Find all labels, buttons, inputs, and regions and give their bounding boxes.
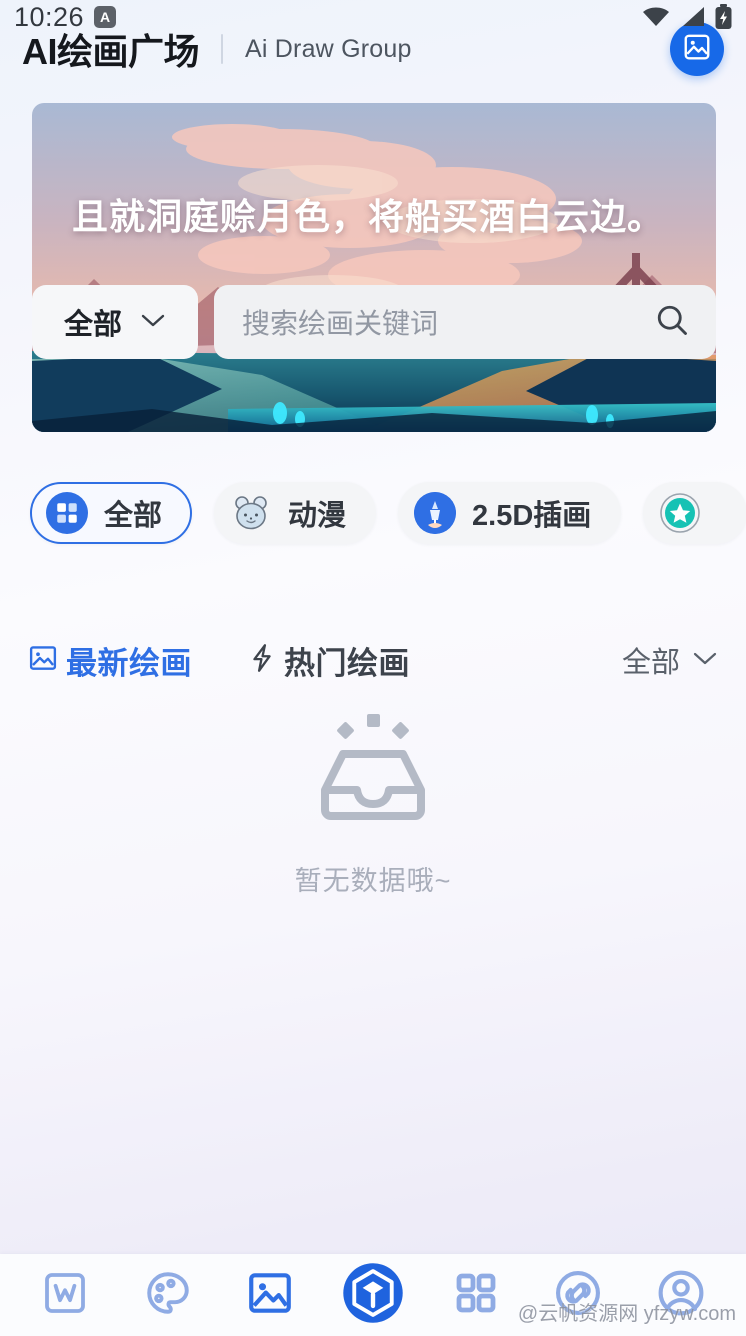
search-input[interactable]: 搜索绘画关键词 [242,302,654,342]
header-subtitle: Ai Draw Group [245,34,412,63]
input-method-badge: A [94,6,117,28]
status-icons [641,4,732,30]
empty-state: 暂无数据哦~ [0,712,746,898]
hero-banner[interactable]: 且就洞庭赊月色，将船买酒白云边。 [32,103,716,432]
empty-state-text: 暂无数据哦~ [294,866,452,896]
signal-icon [680,6,706,28]
category-chip-all[interactable]: 全部 [30,482,193,544]
category-chip-anime[interactable]: 动漫 [214,482,377,544]
header-divider [221,34,224,64]
site-watermark: @云帆资源网 yfzyw.com [517,1303,736,1325]
banner-artwork [32,103,716,432]
tab-latest[interactable]: 最新绘画 [28,638,192,683]
banner-poem: 且就洞庭赊月色，将船买酒白云边。 [72,196,665,237]
paint-drop-icon [414,492,457,534]
category-chip-label: 动漫 [288,500,347,532]
grid-squares-icon [46,492,88,534]
tab-label: 热门绘画 [284,645,410,681]
lightning-icon [248,643,276,678]
w-square-icon [41,1269,89,1322]
nav-item-palette[interactable] [131,1258,205,1332]
image-icon [682,32,712,67]
chevron-down-icon [692,650,718,671]
content-filter-dropdown[interactable]: 全部 [622,639,718,681]
nav-item-word[interactable] [28,1258,102,1332]
image-frame-icon [245,1268,295,1323]
chevron-down-icon [140,312,166,333]
search-category-select[interactable]: 全部 [32,285,198,359]
star-circle-icon [659,492,701,534]
grid-four-icon [452,1269,500,1322]
nav-item-grid[interactable] [439,1258,513,1332]
category-chip-list[interactable]: 全部 动漫 2.5D插画 [0,478,746,548]
content-tabs: 最新绘画 热门绘画 全部 [0,630,746,690]
status-bar: 10:26 A [0,0,746,34]
empty-inbox-icon [313,712,433,827]
category-chip-featured[interactable] [643,482,746,544]
search-category-label: 全部 [63,309,122,341]
palette-icon [143,1268,193,1323]
wifi-icon [641,6,671,28]
search-icon[interactable] [654,302,690,343]
nav-item-image[interactable] [233,1258,307,1332]
battery-charging-icon [715,4,732,30]
nav-item-cube[interactable] [336,1258,410,1332]
picture-icon [28,643,58,678]
category-chip-label: 全部 [104,500,163,532]
category-chip-label: 2.5D插画 [472,500,592,532]
cube-hexagon-icon [342,1262,404,1329]
content-filter-label: 全部 [621,647,680,679]
search-row: 全部 搜索绘画关键词 [32,285,716,359]
tab-hot[interactable]: 热门绘画 [248,638,410,683]
search-input-wrapper[interactable]: 搜索绘画关键词 [214,285,716,359]
cat-face-icon [230,492,272,534]
status-time: 10:26 [14,1,85,32]
category-chip-25d[interactable]: 2.5D插画 [398,482,622,544]
tab-label: 最新绘画 [66,645,192,681]
